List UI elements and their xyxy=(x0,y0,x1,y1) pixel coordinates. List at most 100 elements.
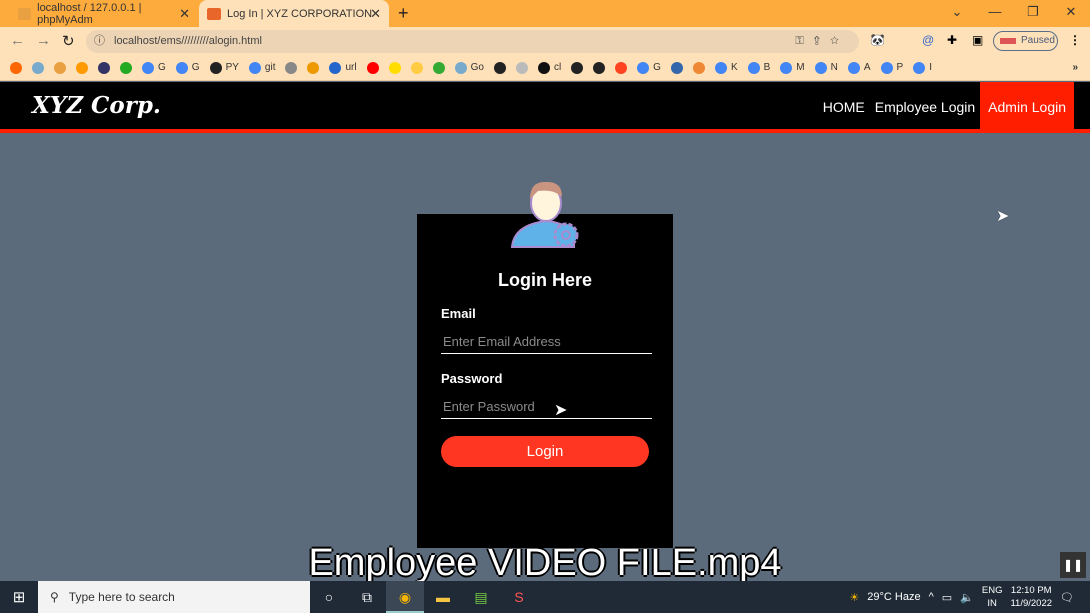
bookmark[interactable] xyxy=(692,61,705,74)
bookmark[interactable]: PY xyxy=(209,61,239,74)
bookmark-icon xyxy=(615,61,628,74)
bookmark[interactable] xyxy=(120,61,132,74)
back-icon[interactable]: ← xyxy=(10,32,25,49)
bookmark-label: cl xyxy=(553,62,562,73)
close-tab-icon[interactable]: ✕ xyxy=(370,6,381,22)
tray-chevron-icon[interactable]: ^ xyxy=(929,591,934,603)
weather-text[interactable]: 29°C Haze xyxy=(867,591,920,603)
bookmark[interactable] xyxy=(366,61,379,74)
bookmark-icon xyxy=(814,61,827,74)
browser-tab-bar: localhost / 127.0.0.1 | phpMyAdm ✕ Log In… xyxy=(0,0,1090,27)
bookmark-label: B xyxy=(763,62,771,73)
xampp-icon xyxy=(207,7,221,20)
file-explorer-icon[interactable]: ▬ xyxy=(424,581,462,613)
close-window-button[interactable]: ✕ xyxy=(1052,0,1090,24)
reload-icon[interactable]: ↻ xyxy=(62,32,75,50)
share-icon[interactable]: ⇪ xyxy=(814,35,830,47)
language-indicator[interactable]: ENG IN xyxy=(982,584,1003,610)
bookmark[interactable]: B xyxy=(747,61,771,74)
search-placeholder: Type here to search xyxy=(68,590,175,604)
bookmark[interactable]: N xyxy=(814,61,838,74)
browser-tab-active[interactable]: Log In | XYZ CORPORATION ✕ xyxy=(199,0,389,27)
bookmark-icon xyxy=(714,61,727,74)
bookmark[interactable] xyxy=(54,61,66,74)
bookmark[interactable] xyxy=(388,61,401,74)
bookmark[interactable] xyxy=(593,61,606,74)
site-logo[interactable]: XYZ Corp. xyxy=(32,92,161,119)
forward-icon[interactable]: → xyxy=(36,32,51,49)
bookmark[interactable]: M xyxy=(780,61,805,74)
bookmark-icon xyxy=(54,61,66,74)
bookmark-label: G xyxy=(158,62,166,73)
bookmark[interactable]: P xyxy=(880,61,903,74)
key-icon[interactable]: ⚿ xyxy=(795,35,813,47)
nav-employee-login[interactable]: Employee Login xyxy=(870,82,980,133)
bookmark-icon xyxy=(142,61,154,74)
more-bookmarks-icon[interactable]: » xyxy=(1072,62,1078,73)
password-label: Password xyxy=(441,371,503,386)
new-tab-button[interactable]: + xyxy=(398,3,409,24)
bookmark[interactable] xyxy=(615,61,628,74)
tab-title: localhost / 127.0.0.1 | phpMyAdm xyxy=(37,1,142,26)
login-button[interactable]: Login xyxy=(441,436,649,467)
windows-start-icon[interactable]: ⊞ xyxy=(0,588,38,606)
notifications-icon[interactable]: 🗨 xyxy=(1060,591,1074,604)
email-label: Email xyxy=(441,306,476,321)
bookmark-icon xyxy=(307,61,320,74)
address-bar[interactable]: ⓘ localhost/ems/////////alogin.html ⚿⇪☆ xyxy=(86,30,859,53)
bookmark[interactable]: A xyxy=(847,61,871,74)
extension-icon[interactable]: @ xyxy=(922,33,934,47)
bookmark[interactable] xyxy=(515,61,528,74)
bookmark[interactable] xyxy=(32,61,44,74)
restore-button[interactable]: ❐ xyxy=(1014,0,1052,24)
bookmark[interactable] xyxy=(571,61,584,74)
sublime-icon[interactable]: S xyxy=(500,581,538,613)
nav-home[interactable]: HOME xyxy=(818,82,870,133)
bookmark[interactable] xyxy=(493,61,506,74)
profile-button[interactable]: Paused xyxy=(993,31,1058,51)
weather-icon: ☀ xyxy=(849,591,860,604)
bookmark[interactable] xyxy=(432,61,445,74)
bookmark[interactable]: cl xyxy=(537,61,562,74)
bookmark[interactable] xyxy=(410,61,423,74)
puzzle-icon[interactable]: ✚ xyxy=(947,33,957,47)
bookmark[interactable] xyxy=(10,61,22,74)
browser-tab[interactable]: localhost / 127.0.0.1 | phpMyAdm ✕ xyxy=(10,0,198,27)
bookmark-icon xyxy=(571,61,584,74)
close-tab-icon[interactable]: ✕ xyxy=(179,6,190,22)
menu-icon[interactable]: ⋮ xyxy=(1069,33,1081,47)
admin-avatar-icon xyxy=(510,181,579,248)
notepad-icon[interactable]: ▤ xyxy=(462,581,500,613)
bookmark[interactable]: G xyxy=(637,61,661,74)
chrome-icon[interactable]: ◉ xyxy=(386,581,424,613)
volume-icon[interactable]: 🔈 xyxy=(960,591,974,604)
bookmark[interactable] xyxy=(285,61,298,74)
taskbar-search[interactable]: ⚲ Type here to search xyxy=(38,581,310,613)
extension-icon[interactable]: 🐼 xyxy=(870,33,885,47)
network-icon[interactable]: ▭ xyxy=(942,591,952,604)
clock[interactable]: 12:10 PM 11/9/2022 xyxy=(1010,584,1052,610)
bookmark[interactable] xyxy=(76,61,88,74)
bookmark[interactable]: I xyxy=(913,61,932,74)
bookmark[interactable]: git xyxy=(248,61,275,74)
tab-search-icon[interactable]: ⌄ xyxy=(938,0,976,24)
side-panel-icon[interactable]: ▣ xyxy=(972,33,983,47)
bookmark-icon xyxy=(493,61,506,74)
nav-admin-login[interactable]: Admin Login xyxy=(980,82,1074,133)
bookmark[interactable]: K xyxy=(714,61,738,74)
bookmark[interactable] xyxy=(670,61,683,74)
bookmark[interactable]: Go xyxy=(454,61,484,74)
minimize-button[interactable]: — xyxy=(976,0,1014,24)
email-input[interactable] xyxy=(441,330,652,354)
bookmark[interactable]: url xyxy=(329,61,357,74)
bookmark[interactable]: G xyxy=(175,61,200,74)
bookmark-icon xyxy=(329,61,342,74)
cortana-icon[interactable]: ○ xyxy=(310,581,348,613)
bookmark[interactable]: G xyxy=(142,61,166,74)
password-input[interactable] xyxy=(441,395,652,419)
star-icon[interactable]: ☆ xyxy=(830,35,849,47)
pause-button[interactable]: ❚❚ xyxy=(1060,552,1086,578)
bookmark[interactable] xyxy=(307,61,320,74)
task-view-icon[interactable]: ⧉ xyxy=(348,581,386,613)
bookmark[interactable] xyxy=(98,61,110,74)
